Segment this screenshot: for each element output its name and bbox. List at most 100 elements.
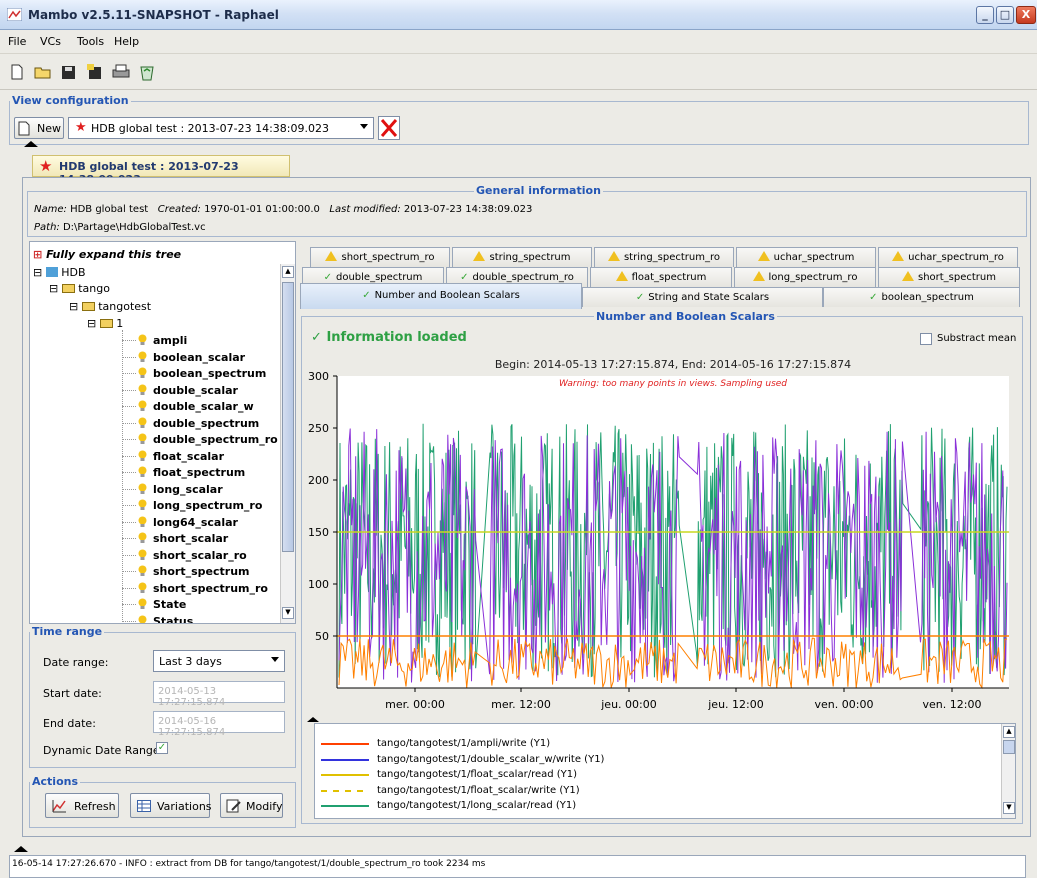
tree-node-1[interactable]: ⊟ 1 [87, 317, 123, 330]
tab-uchar-spectrum[interactable]: uchar_spectrum [736, 247, 876, 267]
tree-leaf[interactable]: double_scalar_w [122, 400, 254, 413]
tree-leaf[interactable]: short_spectrum [122, 565, 250, 578]
end-date-field[interactable]: 2014-05-16 17:27:15.874 [153, 711, 285, 738]
print-icon[interactable] [110, 62, 132, 82]
tree-connector [122, 389, 136, 391]
tree-leaf[interactable]: long64_scalar [122, 516, 238, 529]
menu-file[interactable]: File [8, 35, 26, 48]
tree-leaf[interactable]: long_spectrum_ro [122, 499, 262, 512]
save-icon[interactable] [58, 62, 80, 82]
collapse-node-icon: ⊟ [69, 300, 79, 313]
document-tab[interactable]: ★ HDB global test : 2013-07-23 14:38:09.… [32, 155, 290, 186]
scroll-thumb[interactable] [1003, 740, 1015, 754]
legend-label[interactable]: tango/tangotest/1/float_scalar/read (Y1) [377, 769, 577, 780]
bulb-icon [138, 549, 147, 560]
expand-tree-link[interactable]: ⊞ Fully expand this tree [33, 248, 181, 261]
tab-string-spectrum[interactable]: string_spectrum [452, 247, 592, 267]
menu-vcs[interactable]: VCs [40, 35, 61, 48]
warning-icon [892, 251, 905, 261]
scroll-up-icon[interactable]: ▲ [1003, 726, 1015, 738]
tree-leaf[interactable]: boolean_scalar [122, 351, 245, 364]
tree-leaf[interactable]: float_scalar [122, 450, 224, 463]
tree-leaf-label: double_spectrum_ro [153, 433, 278, 446]
tab-string-and-state-scalars[interactable]: ✓ String and State Scalars [582, 287, 823, 307]
delete-view-button[interactable] [378, 116, 400, 140]
tree-leaf-label: float_scalar [153, 449, 225, 463]
minimize-button[interactable]: _ [976, 6, 994, 24]
new-document-icon[interactable] [6, 62, 28, 82]
tree-leaf[interactable]: ampli [122, 334, 187, 347]
scroll-down-icon[interactable]: ▼ [1003, 802, 1015, 814]
tree-leaf[interactable]: double_spectrum [122, 417, 259, 430]
menu-bar: File VCs Tools Help [0, 30, 1037, 54]
tab-boolean-spectrum[interactable]: ✓ boolean_spectrum [823, 287, 1020, 307]
collapse-up-icon[interactable] [24, 141, 38, 147]
tree-node-tangotest[interactable]: ⊟ tangotest [69, 300, 151, 313]
variations-button[interactable]: Variations [130, 793, 212, 818]
dynamic-date-checkbox[interactable]: ✓ [156, 742, 168, 754]
start-date-field[interactable]: 2014-05-13 17:27:15.874 [153, 681, 285, 708]
y-tick-label: 50 [315, 630, 329, 643]
tab-short-spectrum-ro[interactable]: short_spectrum_ro [310, 247, 450, 267]
menu-help[interactable]: Help [114, 35, 139, 48]
window-title: Mambo v2.5.11-SNAPSHOT - Raphael [28, 8, 279, 22]
refresh-button[interactable]: Refresh [45, 793, 119, 818]
tab-float-spectrum[interactable]: float_spectrum [590, 267, 732, 287]
view-name: HDB global test [70, 204, 149, 215]
tab-long-spectrum-ro[interactable]: long_spectrum_ro [734, 267, 876, 287]
database-icon [45, 267, 58, 277]
tree-scrollbar[interactable]: ▲ ▼ [280, 264, 295, 623]
dynamic-date-label: Dynamic Date Range: [43, 744, 164, 757]
tree-node-hdb[interactable]: ⊟ HDB [33, 266, 86, 279]
warning-icon [752, 271, 765, 281]
name-label: Name: [34, 204, 67, 215]
attribute-tree[interactable]: ⊞ Fully expand this tree ⊟ HDB ⊟ tango ⊟… [29, 241, 296, 624]
bulb-icon [138, 532, 147, 543]
tab-number-and-boolean-scalars[interactable]: ✓ Number and Boolean Scalars [300, 283, 582, 309]
tree-leaf[interactable]: double_scalar [122, 384, 238, 397]
tree-leaf[interactable]: State [122, 598, 186, 611]
view-selector[interactable]: ★ HDB global test : 2013-07-23 14:38:09.… [68, 117, 374, 139]
tree-leaf[interactable]: double_spectrum_ro [122, 433, 278, 446]
trend-chart[interactable]: Begin: 2014-05-13 17:27:15.874, End: 201… [307, 352, 1015, 712]
legend-label[interactable]: tango/tangotest/1/float_scalar/write (Y1… [377, 785, 580, 796]
collapse-up-icon[interactable] [307, 717, 319, 722]
close-window-button[interactable]: X [1016, 6, 1036, 24]
new-view-button[interactable]: New [14, 117, 64, 139]
modify-button[interactable]: Modify [220, 793, 283, 818]
tree-leaf[interactable]: short_spectrum_ro [122, 582, 268, 595]
tree-leaf[interactable]: boolean_spectrum [122, 367, 266, 380]
subtract-mean-checkbox[interactable] [920, 333, 932, 345]
check-icon: ✓ [635, 292, 645, 303]
bulb-icon [138, 466, 147, 477]
legend-label[interactable]: tango/tangotest/1/long_scalar/read (Y1) [377, 800, 576, 811]
tree-leaf[interactable]: Status [122, 615, 193, 623]
tree-connector [122, 439, 136, 440]
save-as-icon[interactable] [84, 62, 106, 82]
maximize-button[interactable]: □ [996, 6, 1014, 24]
tab-string-spectrum-ro[interactable]: string_spectrum_ro [594, 247, 734, 267]
open-folder-icon[interactable] [32, 62, 54, 82]
tab-uchar-spectrum-ro[interactable]: uchar_spectrum_ro [878, 247, 1018, 267]
tree-leaf-label: float_spectrum [153, 466, 246, 479]
tree-leaf[interactable]: long_scalar [122, 483, 223, 496]
menu-tools[interactable]: Tools [77, 35, 104, 48]
recycle-icon[interactable] [136, 62, 158, 82]
tab-label: String and State Scalars [648, 292, 770, 303]
date-range-select[interactable]: Last 3 days [153, 650, 285, 672]
tree-node-tango[interactable]: ⊟ tango [49, 282, 110, 295]
legend-scrollbar[interactable]: ▲ ▼ [1001, 724, 1015, 818]
collapse-up-icon[interactable] [14, 846, 28, 852]
tree-leaf-label: short_scalar [153, 532, 229, 545]
warning-icon [473, 251, 486, 261]
tree-connector [122, 505, 136, 506]
scroll-thumb[interactable] [282, 282, 294, 552]
legend-label[interactable]: tango/tangotest/1/double_scalar_w/write … [377, 754, 604, 765]
scroll-down-icon[interactable]: ▼ [282, 607, 294, 619]
tab-short-spectrum[interactable]: short_spectrum [878, 267, 1020, 287]
tree-leaf[interactable]: short_scalar_ro [122, 549, 247, 562]
tree-leaf[interactable]: short_scalar [122, 532, 228, 545]
tree-leaf[interactable]: float_spectrum [122, 466, 245, 479]
legend-label[interactable]: tango/tangotest/1/ampli/write (Y1) [377, 738, 550, 749]
scroll-up-icon[interactable]: ▲ [282, 266, 294, 278]
